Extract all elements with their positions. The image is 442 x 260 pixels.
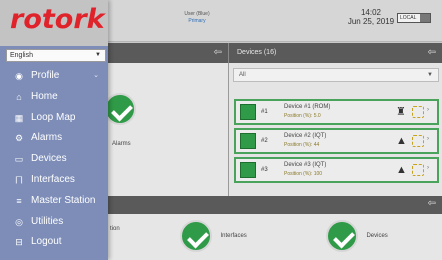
status-item: tion xyxy=(108,220,120,238)
map-icon: ▦ xyxy=(14,112,24,123)
device-position: Position (%): 44 xyxy=(284,142,320,148)
chevron-down-icon: ▼ xyxy=(427,72,433,78)
devices-ok-check-icon xyxy=(326,220,358,252)
device-row[interactable]: #1 Device #1 (ROM) Position (%): 5.0 ♜ › xyxy=(234,99,439,125)
status-item[interactable]: Devices xyxy=(326,220,388,252)
status-item-label: tion xyxy=(110,225,120,232)
mode-toggle[interactable]: LOCAL xyxy=(397,13,431,23)
interfaces-icon: ⨅ xyxy=(15,174,23,185)
menu-item-devices[interactable]: ▭ Devices xyxy=(0,149,108,170)
menu-list: ◉ Profile ⌄ ⌂ Home ▦ Loop Map ⚙ Alarms ▭… xyxy=(0,66,108,253)
interfaces-ok-check-icon xyxy=(180,220,212,252)
logout-icon: ⊟ xyxy=(15,237,23,248)
alarms-ok-check-icon[interactable] xyxy=(104,93,136,125)
device-filter-select[interactable]: All ▼ xyxy=(233,68,439,82)
actuator-icon: ♜ xyxy=(396,106,406,118)
menu-item-label: Loop Map xyxy=(31,111,76,123)
chevron-right-icon[interactable]: › xyxy=(427,136,429,142)
collapse-arrow-icon[interactable]: ⇦ xyxy=(214,43,222,63)
toggle-knob xyxy=(420,14,430,22)
user-name: User (Blue) xyxy=(184,11,210,17)
menu-item-label: Interfaces xyxy=(31,173,75,185)
chevron-right-icon[interactable]: › xyxy=(427,165,429,171)
date-time: 14:02 Jun 25, 2019 xyxy=(336,8,406,26)
menu-item-label: Profile xyxy=(31,70,60,81)
user-circle-icon: ◉ xyxy=(15,71,23,81)
device-name: Device #1 (ROM) xyxy=(284,104,331,110)
chevron-right-icon[interactable]: › xyxy=(427,107,429,113)
device-number: #2 xyxy=(261,138,268,144)
devices-icon: ▭ xyxy=(14,154,24,165)
alert-icon xyxy=(412,135,424,147)
clock-time: 14:02 xyxy=(360,8,382,17)
device-status-swatch xyxy=(240,133,256,149)
device-number: #1 xyxy=(261,109,268,115)
valve-icon: ▲ xyxy=(396,164,407,176)
menu-item-interfaces[interactable]: ⨅ Interfaces xyxy=(0,170,108,191)
device-row[interactable]: #2 Device #2 (IQT) Position (%): 44 ▲ › xyxy=(234,128,439,154)
device-status-swatch xyxy=(240,162,256,178)
device-position: Position (%): 5.0 xyxy=(284,113,321,119)
language-select[interactable]: English ▼ xyxy=(6,49,106,62)
rotork-logo: rotork xyxy=(10,4,105,35)
chevron-down-icon: ⌄ xyxy=(93,72,99,79)
user-info[interactable]: User (Blue) Primary xyxy=(172,11,222,25)
logo-area: rotork xyxy=(0,0,108,46)
side-menu: rotork English ▼ ◉ Profile ⌄ ⌂ Home ▦ Lo… xyxy=(0,0,108,260)
gear-alarm-icon: ⚙ xyxy=(14,133,24,144)
menu-item-alarms[interactable]: ⚙ Alarms xyxy=(0,128,108,149)
collapse-arrow-icon[interactable]: ⇦ xyxy=(428,43,436,63)
chevron-down-icon: ▼ xyxy=(95,52,101,58)
menu-item-label: Alarms xyxy=(31,132,63,144)
menu-item-label: Home xyxy=(31,90,58,102)
device-name: Device #2 (IQT) xyxy=(284,133,327,139)
home-icon: ⌂ xyxy=(16,91,22,102)
valve-icon: ▲ xyxy=(396,135,407,147)
devices-panel: All ▼ #1 Device #1 (ROM) Position (%): 5… xyxy=(228,63,442,196)
menu-item-label: Devices xyxy=(31,153,67,165)
language-value: English xyxy=(10,52,33,59)
device-number: #3 xyxy=(261,167,268,173)
menu-item-master-station[interactable]: ≡ Master Station xyxy=(0,191,108,212)
collapse-arrow-icon[interactable]: ⇦ xyxy=(428,198,436,209)
server-icon: ≡ xyxy=(16,195,22,206)
status-item[interactable]: Interfaces xyxy=(180,220,247,252)
menu-item-loop-map[interactable]: ▦ Loop Map xyxy=(0,108,108,129)
device-position: Position (%): 100 xyxy=(284,171,323,177)
menu-item-utilities[interactable]: ◎ Utilities xyxy=(0,212,108,233)
alert-icon xyxy=(412,164,424,176)
menu-item-profile[interactable]: ◉ Profile ⌄ xyxy=(0,66,108,87)
device-status-swatch xyxy=(240,104,256,120)
device-row[interactable]: #3 Device #3 (IQT) Position (%): 100 ▲ › xyxy=(234,157,439,183)
alarms-summary-label: Alarms xyxy=(112,141,131,147)
menu-item-label: Master Station xyxy=(31,194,96,206)
status-item-label: Interfaces xyxy=(220,233,247,239)
devices-panel-header: Devices (16) ⇦ xyxy=(228,43,442,63)
menu-item-label: Logout xyxy=(31,236,62,248)
status-item-label: Devices xyxy=(366,233,388,239)
clock-date: Jun 25, 2019 xyxy=(347,17,395,26)
devices-panel-title: Devices (16) xyxy=(237,49,277,56)
menu-item-logout[interactable]: ⊟ Logout xyxy=(0,232,108,253)
user-role: Primary xyxy=(188,18,206,24)
status-panel-header: ⇦ xyxy=(108,196,442,214)
menu-item-label: Utilities xyxy=(31,215,64,227)
mode-toggle-label: LOCAL xyxy=(400,15,417,21)
menu-item-home[interactable]: ⌂ Home xyxy=(0,87,108,108)
status-panel: tion Interfaces Devices xyxy=(108,214,442,260)
utilities-icon: ◎ xyxy=(15,216,23,227)
device-filter-value: All xyxy=(239,72,246,78)
device-name: Device #3 (IQT) xyxy=(284,162,327,168)
alert-icon xyxy=(412,106,424,118)
